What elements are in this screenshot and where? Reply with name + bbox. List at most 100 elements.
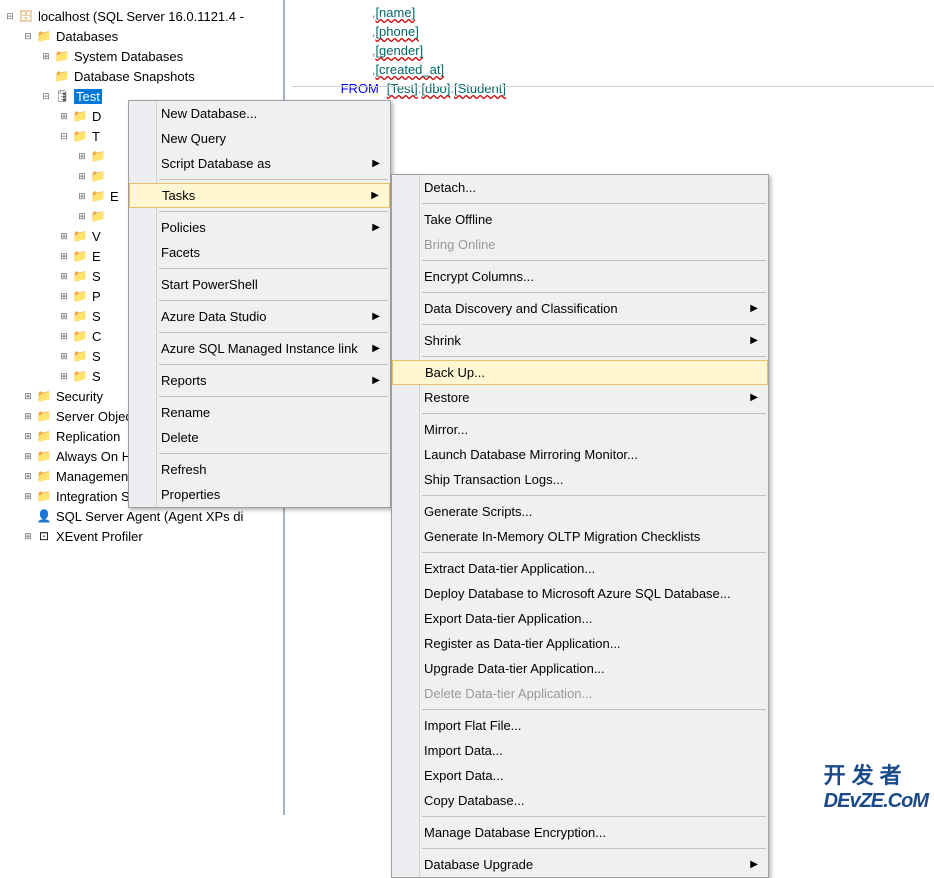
menu-item-label: Delete Data-tier Application... <box>424 686 592 701</box>
menu-item-database-upgrade[interactable]: Database Upgrade▶ <box>392 852 768 877</box>
menu-item-label: Script Database as <box>161 156 271 171</box>
menu-item-copy-database[interactable]: Copy Database... <box>392 788 768 813</box>
menu-item-delete[interactable]: Delete <box>129 425 390 450</box>
collapse-icon[interactable]: ⊟ <box>22 30 34 42</box>
menu-item-reports[interactable]: Reports ▶ <box>129 368 390 393</box>
tree-sqlagent-node[interactable]: 👤SQL Server Agent (Agent XPs di <box>0 506 283 526</box>
folder-icon: 📁 <box>90 208 106 224</box>
sql-line: ,[name] <box>325 4 934 23</box>
menu-separator <box>159 211 388 212</box>
folder-icon: 📁 <box>54 48 70 64</box>
menu-item-data-discovery-and-classification[interactable]: Data Discovery and Classification▶ <box>392 296 768 321</box>
menu-item-export-data[interactable]: Export Data... <box>392 763 768 788</box>
watermark-cn: 开发者 <box>824 758 928 790</box>
tree-snapshots-node[interactable]: 📁 Database Snapshots <box>0 66 283 86</box>
folder-icon: 📁 <box>36 488 52 504</box>
folder-icon: 📁 <box>72 228 88 244</box>
submenu-arrow-icon: ▶ <box>372 375 380 386</box>
menu-item-register-as-data-tier-application[interactable]: Register as Data-tier Application... <box>392 631 768 656</box>
menu-separator <box>422 413 766 414</box>
menu-separator <box>159 453 388 454</box>
submenu-arrow-icon: ▶ <box>750 859 758 870</box>
server-icon: 🗄 <box>18 8 34 24</box>
menu-item-upgrade-data-tier-application[interactable]: Upgrade Data-tier Application... <box>392 656 768 681</box>
menu-item-generate-in-memory-oltp-migration-checklists[interactable]: Generate In-Memory OLTP Migration Checkl… <box>392 524 768 549</box>
menu-separator <box>159 332 388 333</box>
menu-item-label: Reports <box>161 373 207 388</box>
menu-item-script-database-as[interactable]: Script Database as ▶ <box>129 151 390 176</box>
menu-item-launch-database-mirroring-monitor[interactable]: Launch Database Mirroring Monitor... <box>392 442 768 467</box>
folder-icon: 📁 <box>72 368 88 384</box>
menu-item-azure-data-studio[interactable]: Azure Data Studio▶ <box>129 304 390 329</box>
menu-item-tasks[interactable]: Tasks ▶ <box>129 183 390 208</box>
menu-item-extract-data-tier-application[interactable]: Extract Data-tier Application... <box>392 556 768 581</box>
menu-item-new-database[interactable]: New Database... <box>129 101 390 126</box>
menu-item-properties[interactable]: Properties <box>129 482 390 507</box>
folder-icon: 📁 <box>90 168 106 184</box>
menu-item-back-up[interactable]: Back Up... <box>392 360 768 385</box>
menu-item-manage-database-encryption[interactable]: Manage Database Encryption... <box>392 820 768 845</box>
menu-separator <box>159 268 388 269</box>
menu-item-ship-transaction-logs[interactable]: Ship Transaction Logs... <box>392 467 768 492</box>
menu-separator <box>422 260 766 261</box>
menu-item-azure-sql-managed-instance-link[interactable]: Azure SQL Managed Instance link▶ <box>129 336 390 361</box>
menu-item-facets[interactable]: Facets <box>129 240 390 265</box>
menu-item-label: Back Up... <box>425 365 485 380</box>
menu-separator <box>422 495 766 496</box>
collapse-icon[interactable]: ⊟ <box>4 10 16 22</box>
menu-item-generate-scripts[interactable]: Generate Scripts... <box>392 499 768 524</box>
menu-item-detach[interactable]: Detach... <box>392 175 768 200</box>
snapshots-label: Database Snapshots <box>74 69 195 84</box>
menu-item-label: Encrypt Columns... <box>424 269 534 284</box>
menu-item-take-offline[interactable]: Take Offline <box>392 207 768 232</box>
submenu-arrow-icon: ▶ <box>750 392 758 403</box>
menu-item-delete-data-tier-application: Delete Data-tier Application... <box>392 681 768 706</box>
xevent-icon: ⊡ <box>36 528 52 544</box>
menu-item-rename[interactable]: Rename <box>129 400 390 425</box>
menu-item-label: Restore <box>424 390 470 405</box>
submenu-arrow-icon: ▶ <box>372 158 380 169</box>
menu-item-refresh[interactable]: Refresh <box>129 457 390 482</box>
menu-item-policies[interactable]: Policies▶ <box>129 215 390 240</box>
menu-separator <box>422 292 766 293</box>
tree-xevent-node[interactable]: ⊞⊡XEvent Profiler <box>0 526 283 546</box>
folder-icon: 📁 <box>36 408 52 424</box>
folder-icon: 📁 <box>72 328 88 344</box>
menu-item-import-flat-file[interactable]: Import Flat File... <box>392 713 768 738</box>
collapse-icon[interactable]: ⊟ <box>40 90 52 102</box>
menu-item-label: Start PowerShell <box>161 277 258 292</box>
sql-line: ,[phone] <box>325 23 934 42</box>
tree-databases-node[interactable]: ⊟ 📁 Databases <box>0 26 283 46</box>
menu-item-label: Register as Data-tier Application... <box>424 636 621 651</box>
database-icon: 🛢 <box>54 88 70 104</box>
menu-separator <box>422 552 766 553</box>
menu-separator <box>422 848 766 849</box>
menu-item-label: Tasks <box>162 188 195 203</box>
menu-item-deploy-database-to-microsoft-azure-sql-database[interactable]: Deploy Database to Microsoft Azure SQL D… <box>392 581 768 606</box>
menu-item-encrypt-columns[interactable]: Encrypt Columns... <box>392 264 768 289</box>
watermark-en: DEvZE.CoM <box>824 790 928 813</box>
menu-item-mirror[interactable]: Mirror... <box>392 417 768 442</box>
menu-item-label: Generate Scripts... <box>424 504 532 519</box>
tree-server-node[interactable]: ⊟ 🗄 localhost (SQL Server 16.0.1121.4 - <box>0 6 283 26</box>
server-label: localhost (SQL Server 16.0.1121.4 - <box>38 9 244 24</box>
folder-icon: 📁 <box>36 448 52 464</box>
menu-separator <box>159 364 388 365</box>
folder-icon: 📁 <box>36 428 52 444</box>
menu-item-label: Mirror... <box>424 422 468 437</box>
agent-icon: 👤 <box>36 508 52 524</box>
menu-item-new-query[interactable]: New Query <box>129 126 390 151</box>
folder-icon: 📁 <box>72 288 88 304</box>
menu-item-export-data-tier-application[interactable]: Export Data-tier Application... <box>392 606 768 631</box>
menu-item-label: New Query <box>161 131 226 146</box>
submenu-arrow-icon: ▶ <box>371 190 379 201</box>
tree-sysdb-node[interactable]: ⊞ 📁 System Databases <box>0 46 283 66</box>
sql-line: FROM [Test].[dbo].[Student] <box>325 80 934 99</box>
menu-item-restore[interactable]: Restore ▶ <box>392 385 768 410</box>
menu-separator <box>159 300 388 301</box>
expand-icon[interactable] <box>40 70 52 82</box>
menu-item-import-data[interactable]: Import Data... <box>392 738 768 763</box>
menu-item-shrink[interactable]: Shrink▶ <box>392 328 768 353</box>
menu-item-start-powershell[interactable]: Start PowerShell <box>129 272 390 297</box>
expand-icon[interactable]: ⊞ <box>40 50 52 62</box>
